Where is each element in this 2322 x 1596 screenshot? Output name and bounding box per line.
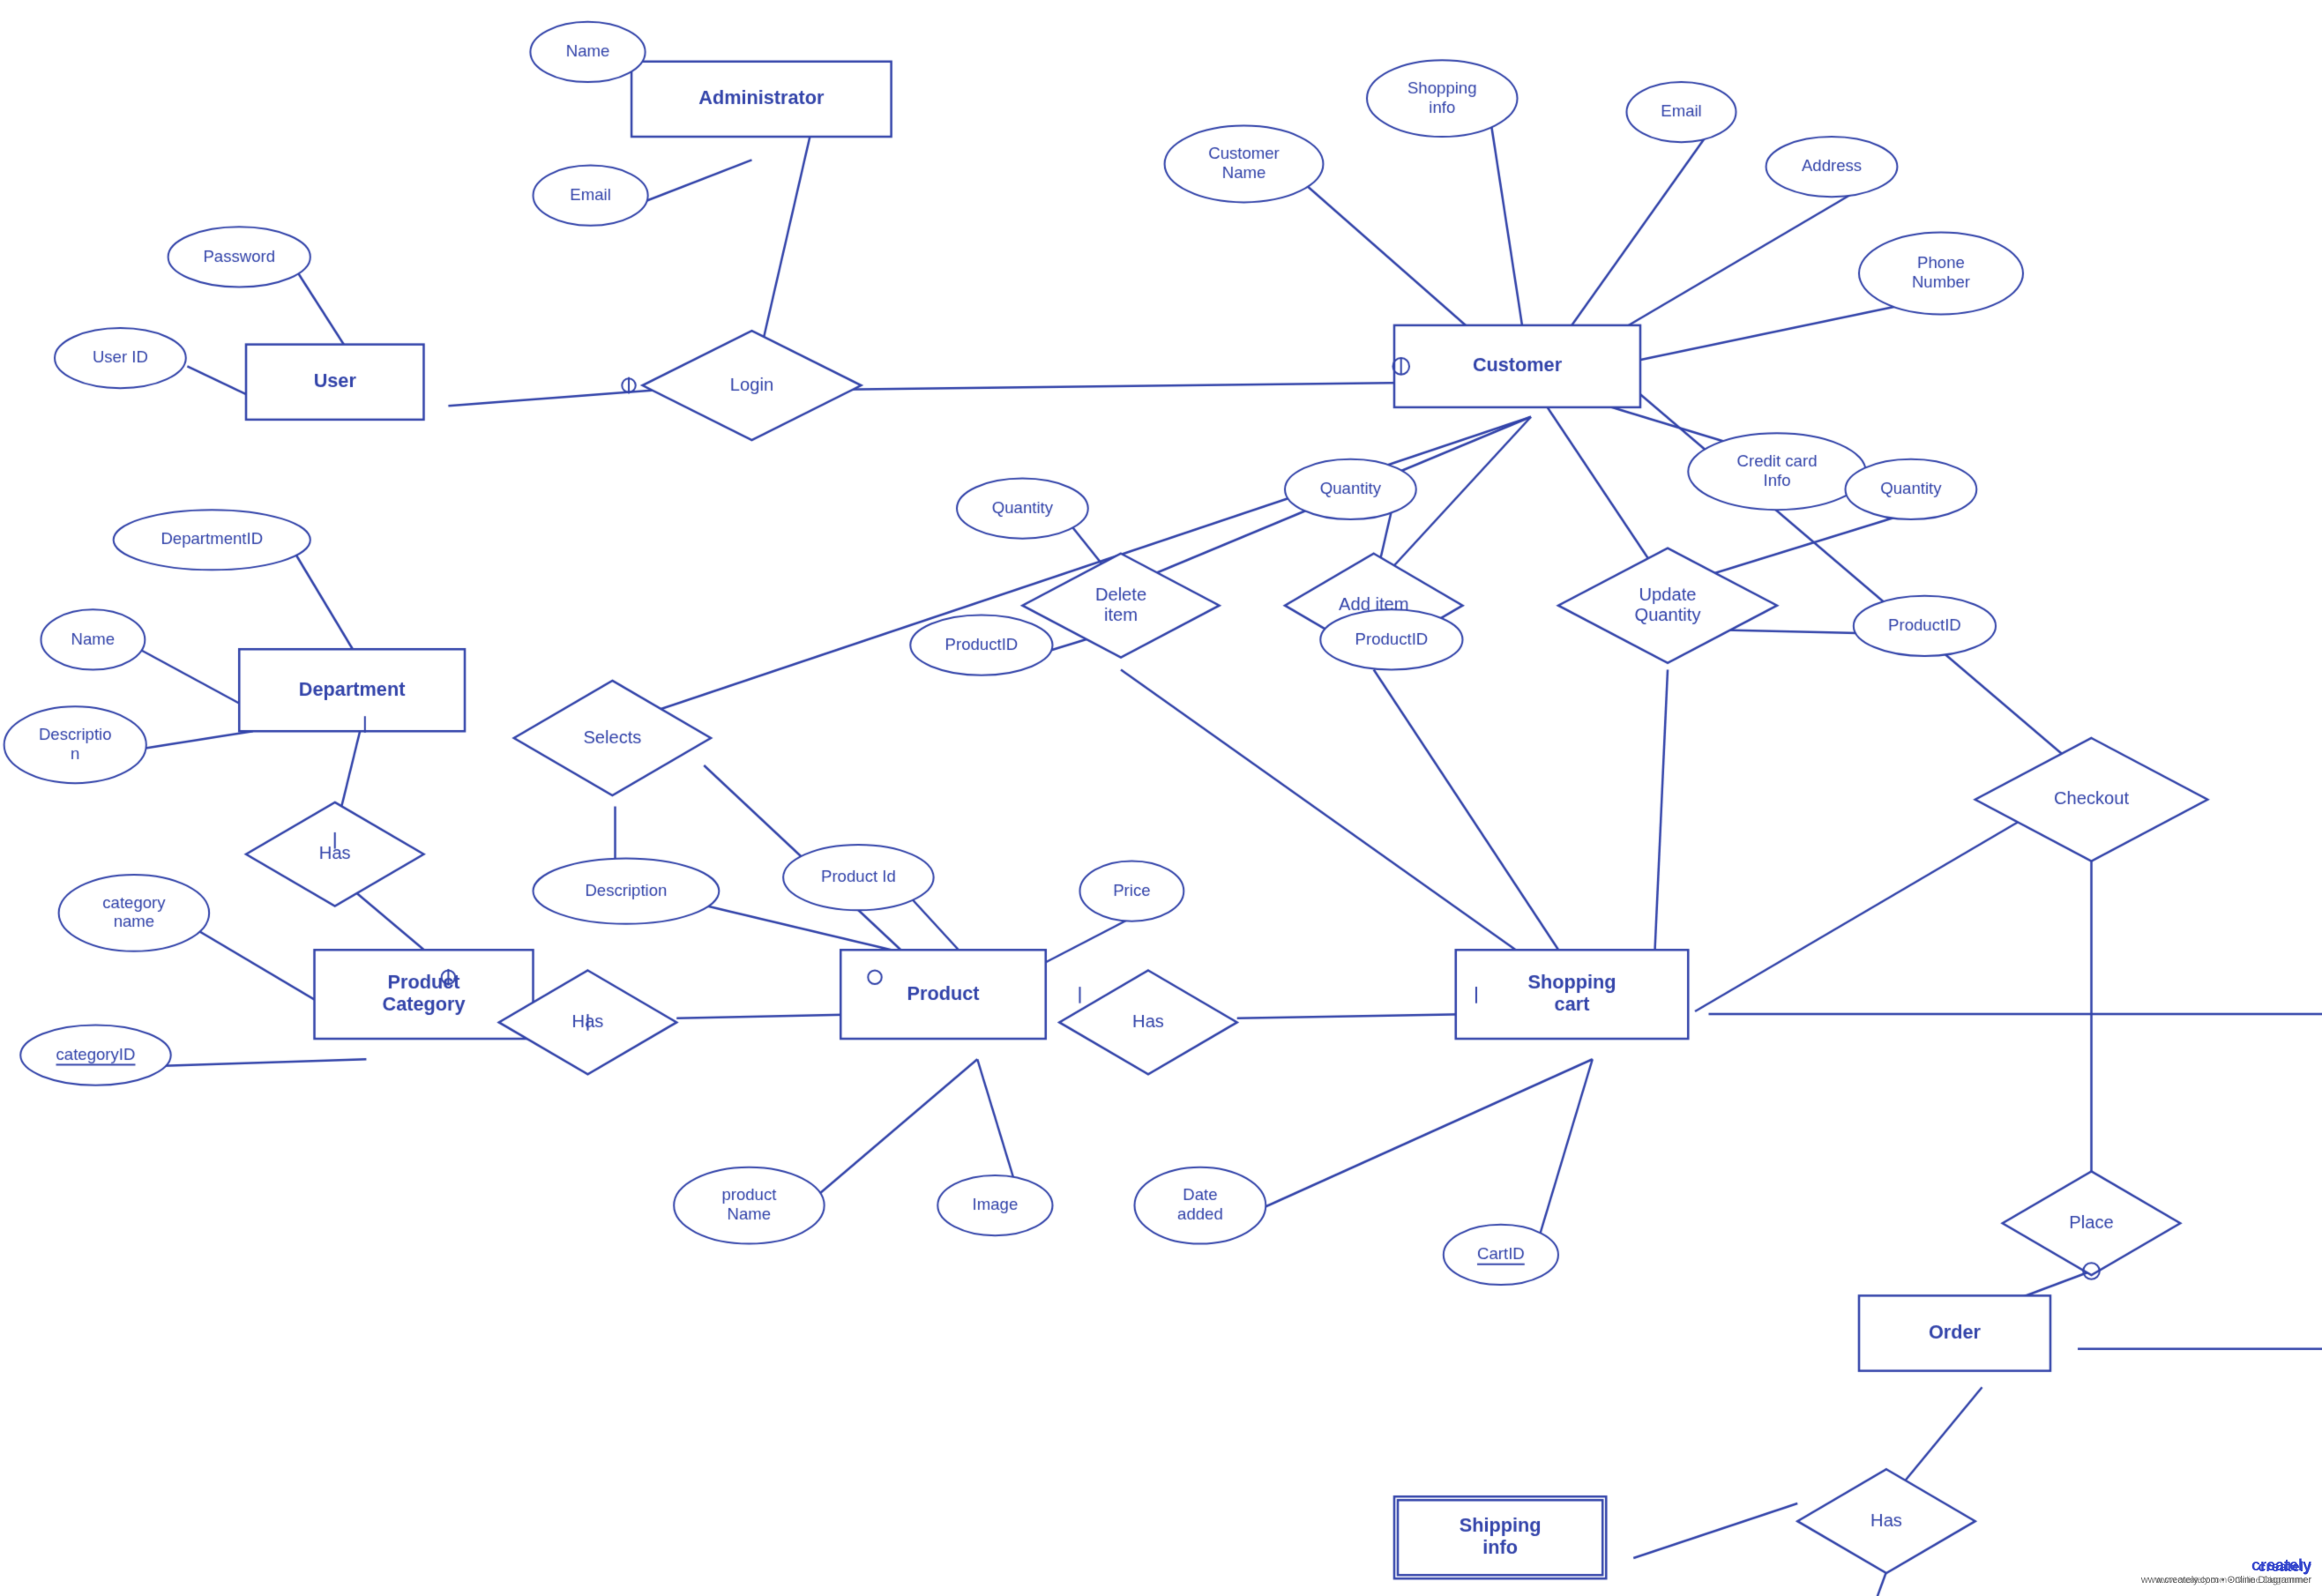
er-diagram-canvas: [0, 0, 2322, 1596]
